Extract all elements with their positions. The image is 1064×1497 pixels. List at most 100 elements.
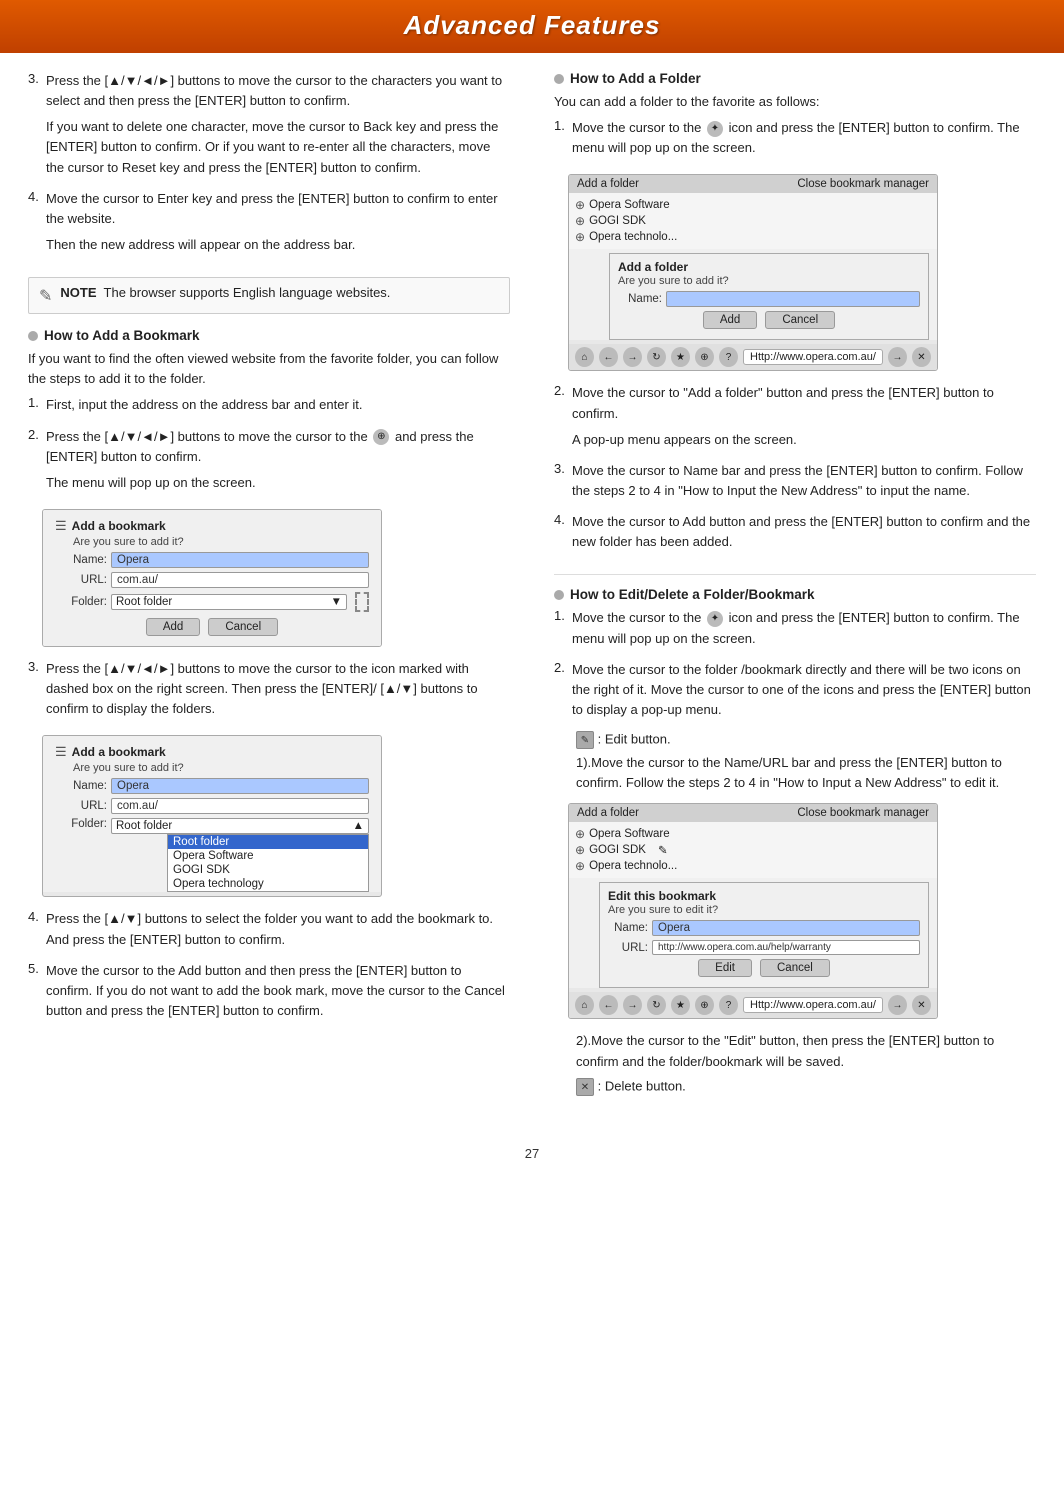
- mock3-cancel-btn[interactable]: Cancel: [765, 311, 835, 329]
- mock3-popup-title: Add a folder: [618, 260, 920, 274]
- edit-step2: Move the cursor to the folder /bookmark …: [572, 660, 1036, 720]
- mock4-name-input[interactable]: Opera: [652, 920, 920, 936]
- nav-home-btn[interactable]: ⌂: [575, 347, 594, 367]
- tree-item-gogi: ⊕ GOGI SDK: [575, 213, 931, 229]
- mock2-title: Add a bookmark: [72, 745, 166, 759]
- delete-icon-label: ✕ : Delete button.: [576, 1078, 1036, 1096]
- mock4-edit-icon[interactable]: ✎: [658, 843, 668, 857]
- mock2-url-input[interactable]: com.au/: [111, 798, 369, 814]
- page-footer: 27: [0, 1132, 1064, 1181]
- bm-step4: Press the [▲/▼] buttons to select the fo…: [46, 909, 510, 949]
- step3-section: 3. Press the [▲/▼/◄/►] buttons to move t…: [28, 71, 510, 261]
- mock4-tree: ⊕ Opera Software ⊕ GOGI SDK ✎ ⊕ Opera te…: [569, 822, 937, 878]
- mock1-name-input[interactable]: Opera: [111, 552, 369, 568]
- mock3-popup: Add a folder Are you sure to add it? Nam…: [609, 253, 929, 340]
- mock4-nav-plus[interactable]: ⊕: [695, 995, 714, 1015]
- page-number: 27: [525, 1146, 539, 1161]
- mock3-tree: ⊕ Opera Software ⊕ GOGI SDK ⊕ Opera tech…: [569, 193, 937, 249]
- folder-step3: Move the cursor to Name bar and press th…: [572, 461, 1036, 501]
- mock1-name-label: Name:: [55, 554, 107, 566]
- mock1-title: Add a bookmark: [72, 519, 166, 533]
- nav-forward-btn[interactable]: →: [623, 347, 642, 367]
- mock1-add-btn[interactable]: Add: [146, 618, 200, 636]
- mock4-tree-gogi: ⊕ GOGI SDK ✎: [575, 842, 931, 858]
- tree-item-tech: ⊕ Opera technolo...: [575, 229, 931, 245]
- note-box: ✎ NOTE The browser supports English lang…: [28, 277, 510, 314]
- edit-section-title: How to Edit/Delete a Folder/Bookmark: [570, 587, 815, 602]
- mock3-header-left: Add a folder: [577, 178, 639, 190]
- mock2-dropdown-list: Root folder Opera Software GOGI SDK Oper…: [167, 834, 369, 892]
- bookmark-intro: If you want to find the often viewed web…: [28, 349, 510, 389]
- mock4-cancel-btn[interactable]: Cancel: [760, 959, 830, 977]
- bm-step1-num: 1.: [28, 395, 42, 421]
- folder-section: How to Add a Folder You can add a folder…: [554, 71, 1036, 558]
- dropdown-item-tech[interactable]: Opera technology: [168, 877, 368, 891]
- mock3-add-btn[interactable]: Add: [703, 311, 757, 329]
- folder-step2-num: 2.: [554, 383, 568, 455]
- nav-go-btn[interactable]: →: [888, 347, 907, 367]
- mock1-cancel-btn[interactable]: Cancel: [208, 618, 278, 636]
- mock2-name-input[interactable]: Opera: [111, 778, 369, 794]
- nav-help-btn[interactable]: ?: [719, 347, 738, 367]
- left-column: 3. Press the [▲/▼/◄/►] buttons to move t…: [28, 71, 520, 1112]
- tree-item-opera: ⊕ Opera Software: [575, 197, 931, 213]
- step4-text: Move the cursor to Enter key and press t…: [46, 189, 510, 229]
- dropdown-item-root[interactable]: Root folder: [168, 835, 368, 849]
- mock4-nav-go[interactable]: →: [888, 995, 907, 1015]
- mock4-nav-home[interactable]: ⌂: [575, 995, 594, 1015]
- folder-step1: Move the cursor to the ✦ icon and press …: [572, 118, 1036, 158]
- edit-mock4: Add a folder Close bookmark manager ⊕ Op…: [568, 803, 938, 1019]
- mock4-nav-close[interactable]: ✕: [912, 995, 931, 1015]
- nav-refresh-btn[interactable]: ↻: [647, 347, 666, 367]
- bm-step2c: The menu will pop up on the screen.: [46, 473, 510, 493]
- folder-section-title: How to Add a Folder: [570, 71, 701, 86]
- mock1-folder-label: Folder:: [55, 596, 107, 608]
- mock1-url-input[interactable]: com.au/: [111, 572, 369, 588]
- mock3-name-input[interactable]: [666, 291, 920, 307]
- dropdown-item-gogi[interactable]: GOGI SDK: [168, 863, 368, 877]
- page-header: Advanced Features: [0, 0, 1064, 53]
- bm-step1: First, input the address on the address …: [46, 395, 363, 415]
- step4-number: 4.: [28, 189, 42, 261]
- mock4-name-label: Name:: [608, 922, 648, 934]
- mock4-nav-refresh[interactable]: ↻: [647, 995, 666, 1015]
- folder-step4-num: 4.: [554, 512, 568, 558]
- mock4-popup: Edit this bookmark Are you sure to edit …: [599, 882, 929, 988]
- mock4-url-label: URL:: [608, 942, 648, 954]
- mock4-nav-star[interactable]: ★: [671, 995, 690, 1015]
- edit-section: How to Edit/Delete a Folder/Bookmark 1. …: [554, 587, 1036, 1095]
- mock2-url-label: URL:: [55, 800, 107, 812]
- mock2-folder-dropdown[interactable]: Root folder ▲: [111, 818, 369, 834]
- nav-star-btn[interactable]: ★: [671, 347, 690, 367]
- mock3-popup-sub: Are you sure to add it?: [618, 275, 920, 287]
- mock2-subtitle: Are you sure to add it?: [73, 762, 369, 774]
- note-label: NOTE: [60, 285, 96, 300]
- mock1-folder-dropdown[interactable]: Root folder ▼: [111, 594, 347, 610]
- mock4-edit-btn[interactable]: Edit: [698, 959, 752, 977]
- mock3-url-bar[interactable]: Http://www.opera.com.au/: [743, 349, 883, 365]
- mock1-dashed-box: [355, 592, 369, 612]
- bookmark-section: How to Add a Bookmark If you want to fin…: [28, 328, 510, 1027]
- bm-step5-num: 5.: [28, 961, 42, 1027]
- mock4-popup-title: Edit this bookmark: [608, 889, 920, 903]
- mock4-nav-fwd[interactable]: →: [623, 995, 642, 1015]
- edit-star-icon: ✦: [707, 611, 723, 627]
- edit-step-2move: 2).Move the cursor to the "Edit" button,…: [576, 1031, 1036, 1071]
- mock4-nav-back[interactable]: ←: [599, 995, 618, 1015]
- mock4-url-input[interactable]: http://www.opera.com.au/help/warranty: [652, 940, 920, 955]
- mock4-url-bar[interactable]: Http://www.opera.com.au/: [743, 997, 883, 1013]
- folder-step4: Move the cursor to Add button and press …: [572, 512, 1036, 552]
- mock4-tree-opera: ⊕ Opera Software: [575, 826, 931, 842]
- edit-step1-num: 1.: [554, 608, 568, 654]
- nav-plus-btn[interactable]: ⊕: [695, 347, 714, 367]
- dropdown-item-opera[interactable]: Opera Software: [168, 849, 368, 863]
- right-column: How to Add a Folder You can add a folder…: [544, 71, 1036, 1112]
- mock3-name-label: Name:: [618, 293, 662, 305]
- folder-step3-num: 3.: [554, 461, 568, 507]
- edit-step2-num: 2.: [554, 660, 568, 726]
- nav-close-btn[interactable]: ✕: [912, 347, 931, 367]
- bm-step2a: Press the [▲/▼/◄/►] buttons to move the …: [46, 427, 510, 467]
- mock4-nav-help[interactable]: ?: [719, 995, 738, 1015]
- nav-back-btn[interactable]: ←: [599, 347, 618, 367]
- folder-intro: You can add a folder to the favorite as …: [554, 92, 1036, 112]
